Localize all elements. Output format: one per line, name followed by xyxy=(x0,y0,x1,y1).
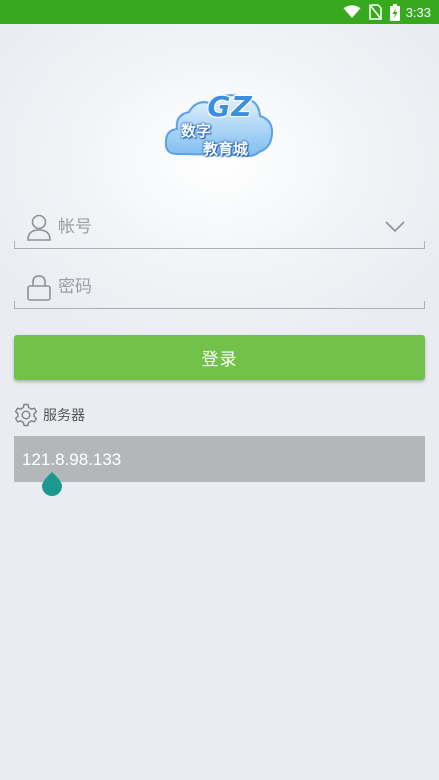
status-bar: 3:33 xyxy=(0,0,439,24)
account-field[interactable] xyxy=(14,209,425,249)
password-input[interactable] xyxy=(58,273,378,301)
wifi-icon xyxy=(343,5,361,19)
logo-text-line2: 教育城 xyxy=(203,140,249,158)
user-icon xyxy=(27,214,51,241)
lock-icon xyxy=(27,275,51,301)
server-label: 服务器 xyxy=(43,408,85,424)
app-logo: GZ 数字 教育城 xyxy=(163,88,275,162)
battery-charging-icon xyxy=(389,3,400,21)
no-sim-icon xyxy=(368,4,382,20)
text-cursor-handle[interactable] xyxy=(41,472,63,496)
server-address-field[interactable]: 121.8.98.133 xyxy=(14,436,425,482)
logo-mark: GZ xyxy=(207,90,253,123)
server-address-value[interactable]: 121.8.98.133 xyxy=(22,450,121,470)
status-time: 3:33 xyxy=(405,4,431,20)
password-field[interactable] xyxy=(14,269,425,309)
account-input[interactable] xyxy=(58,213,378,241)
gear-icon[interactable] xyxy=(14,403,38,427)
chevron-down-icon[interactable] xyxy=(385,221,405,233)
server-label-row[interactable]: 服务器 xyxy=(14,402,85,428)
login-button[interactable]: 登录 xyxy=(14,335,425,380)
